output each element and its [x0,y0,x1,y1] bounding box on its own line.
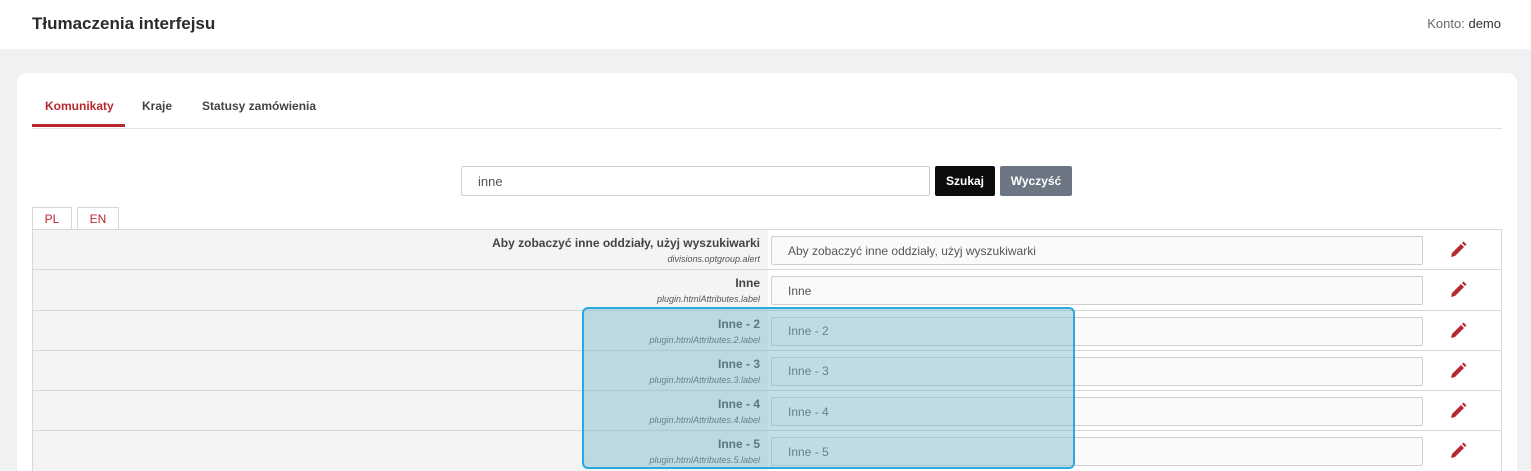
account-label: Konto: [1427,16,1465,31]
row-label: Inne - 3 [717,356,760,371]
table-row: Aby zobaczyć inne oddziały, użyj wyszuki… [33,230,1501,271]
tab-kraje[interactable]: Kraje [142,99,172,113]
tab-komunikaty[interactable]: Komunikaty [45,99,114,113]
row-key: plugin.htmlAttributes.4.label [649,415,760,426]
translation-input[interactable] [771,356,1423,386]
row-label: Inne - 4 [717,397,760,412]
page-title: Tłumaczenia interfejsu [32,14,216,33]
row-label: Inne [735,276,760,291]
table-row: Inne - 3 plugin.htmlAttributes.3.label [33,350,1501,392]
row-label: Aby zobaczyć inne oddziały, użyj wyszuki… [492,236,760,250]
search-button[interactable]: Szukaj [935,166,995,196]
table-row: Inne - 4 plugin.htmlAttributes.4.label [33,391,1501,432]
pencil-icon[interactable] [1448,361,1468,381]
pencil-icon[interactable] [1448,240,1468,260]
pencil-icon[interactable] [1448,401,1468,421]
pencil-icon[interactable] [1448,321,1468,341]
translation-input[interactable] [771,437,1423,467]
top-bar: Tłumaczenia interfejsu Konto: demo [0,0,1531,49]
row-label: Inne - 5 [717,437,760,452]
translation-input[interactable] [771,236,1423,265]
lang-tab-en[interactable]: EN [77,207,119,230]
active-tab-underline [32,124,125,127]
row-key: plugin.htmlAttributes.2.label [649,334,760,345]
search-input[interactable] [461,166,930,196]
pencil-icon[interactable] [1448,441,1468,461]
main-card: Komunikaty Kraje Statusy zamówienia Szuk… [17,73,1517,471]
pencil-icon[interactable] [1448,280,1468,300]
row-key: divisions.optgroup.alert [667,254,760,264]
account-value: demo [1468,16,1501,31]
row-label: Inne - 2 [717,316,760,331]
row-key: plugin.htmlAttributes.label [656,294,760,305]
row-key: plugin.htmlAttributes.3.label [649,374,760,385]
table-row: Inne - 2 plugin.htmlAttributes.2.label [33,310,1501,351]
lang-tab-pl[interactable]: PL [32,207,72,231]
tab-bar: Komunikaty Kraje Statusy zamówienia [32,73,1502,129]
translations-table: Aby zobaczyć inne oddziały, użyj wyszuki… [32,229,1502,471]
table-row: Inne plugin.htmlAttributes.label [33,270,1501,311]
tab-statusy-zamowienia[interactable]: Statusy zamówienia [202,99,316,113]
account-info: Konto: demo [1427,16,1501,31]
translation-input[interactable] [771,276,1423,306]
translation-input[interactable] [771,397,1423,427]
clear-button[interactable]: Wyczyść [1000,166,1072,196]
translation-input[interactable] [771,316,1423,346]
row-key: plugin.htmlAttributes.5.label [649,455,760,466]
table-row: Inne - 5 plugin.htmlAttributes.5.label [33,431,1501,471]
